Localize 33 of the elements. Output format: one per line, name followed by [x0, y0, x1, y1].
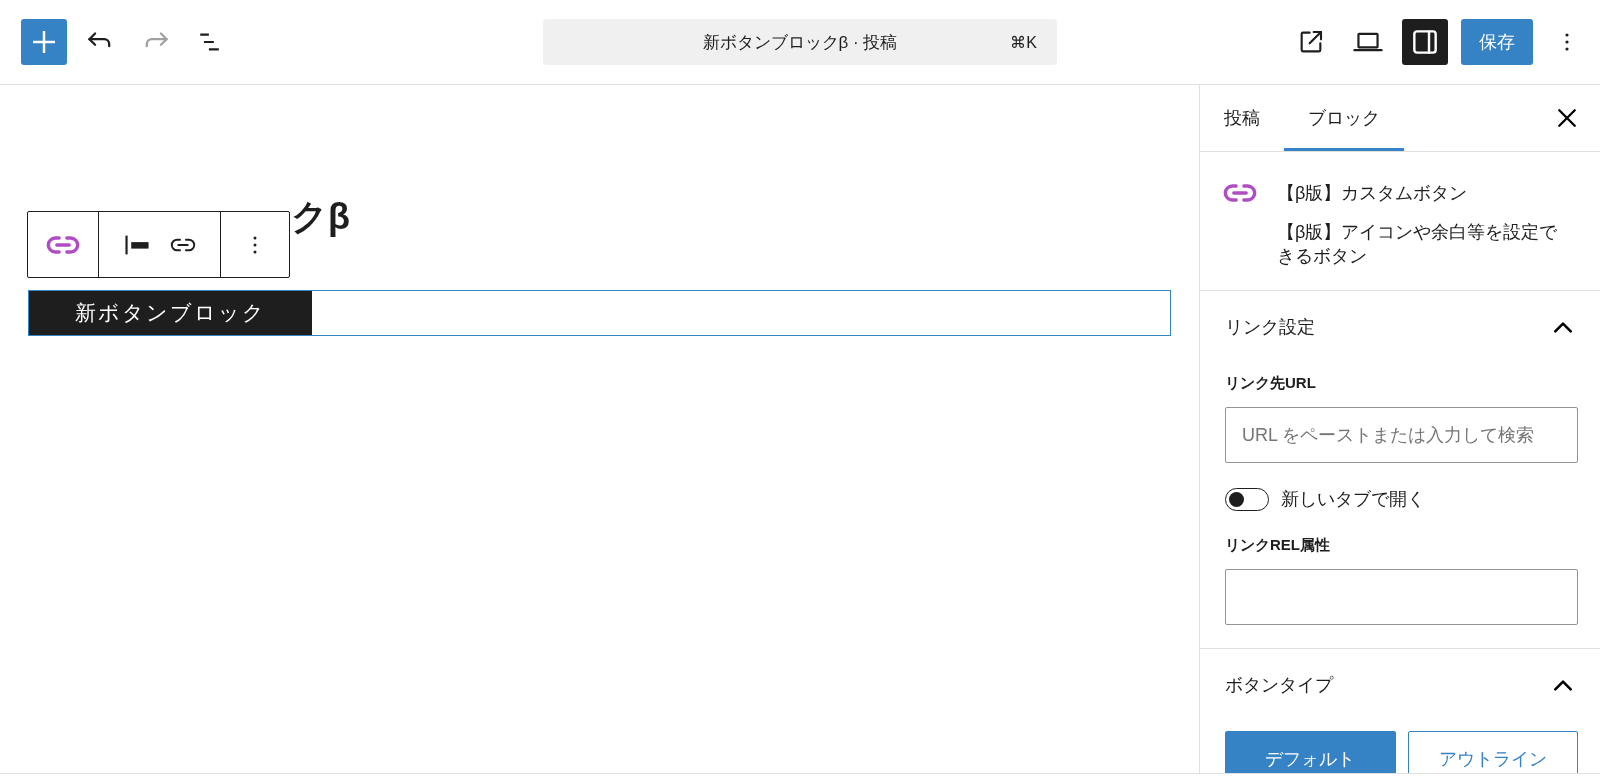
add-block-button[interactable] — [21, 19, 67, 65]
sidebar-tab[interactable]: 投稿 — [1200, 85, 1284, 151]
input-field[interactable]: URL をペーストまたは入力して検索 — [1225, 407, 1578, 463]
post-title[interactable]: クβ — [291, 195, 350, 238]
block-title: 【β版】カスタムボタン — [1277, 182, 1469, 205]
button-type-option[interactable]: デフォルト — [1225, 731, 1396, 773]
laptop-icon — [1353, 32, 1383, 52]
panel-header[interactable]: ボタンタイプ — [1200, 649, 1600, 721]
close-icon — [1558, 109, 1576, 127]
custom-button[interactable]: 新ボタンブロック — [29, 291, 312, 335]
settings-sidebar-button[interactable] — [1402, 19, 1448, 65]
block-description: 【β版】アイコンや余白等を設定できるボタン — [1277, 221, 1559, 268]
input-field[interactable] — [1225, 569, 1578, 625]
panel-title: リンク設定 — [1225, 316, 1315, 339]
field-label: リンク先URL — [1225, 373, 1316, 393]
field-label: リンクREL属性 — [1225, 535, 1330, 555]
save-button[interactable]: 保存 — [1461, 19, 1533, 65]
keyboard-shortcut: ⌘K — [1010, 32, 1037, 52]
toggle-switch[interactable] — [1225, 487, 1269, 511]
plus-icon — [33, 31, 55, 53]
button-type-option[interactable]: アウトライン — [1407, 731, 1578, 773]
link-icon — [169, 236, 196, 253]
document-title: 新ボタンブロックβ · 投稿 — [702, 31, 898, 54]
link-icon — [46, 234, 80, 255]
external-link-icon — [1299, 30, 1323, 54]
sidebar-icon — [1413, 30, 1437, 54]
link-icon — [1223, 183, 1257, 203]
panel-header[interactable]: リンク設定 — [1200, 291, 1600, 363]
alignment-icon — [123, 233, 150, 256]
sidebar-tab[interactable]: ブロック — [1284, 85, 1404, 151]
command-center[interactable]: 新ボタンブロックβ · 投稿 ⌘K — [543, 19, 1057, 65]
toggle-label: 新しいタブで開く — [1281, 488, 1425, 511]
panel-title: ボタンタイプ — [1225, 674, 1333, 697]
